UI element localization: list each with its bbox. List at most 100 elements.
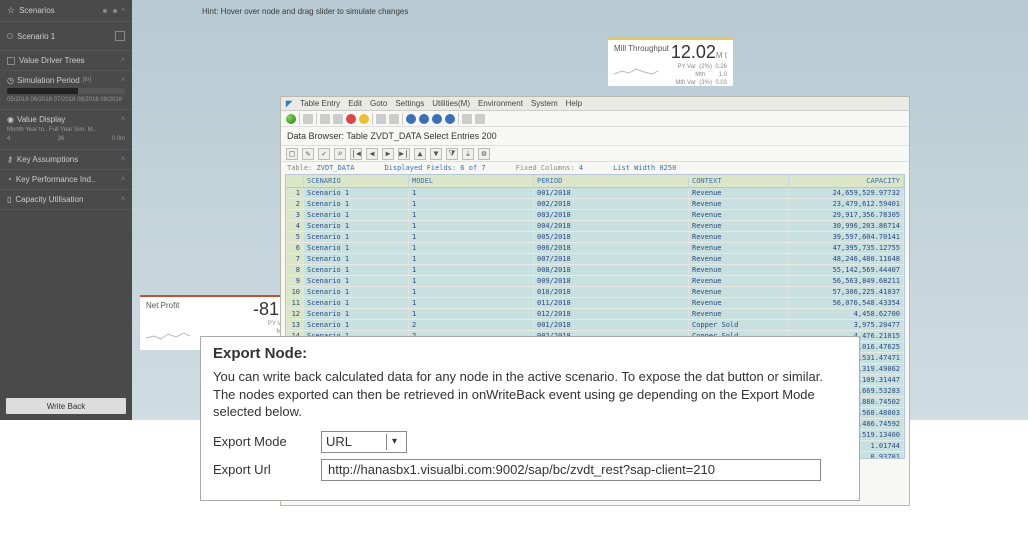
period-dates: 05/2018 06/2018 07/2018 08/2018 09/2018 — [7, 97, 125, 104]
display-icon[interactable]: ⌕ — [334, 148, 346, 160]
edit-icon[interactable]: ✎ — [302, 148, 314, 160]
value-display-label: Value Display — [17, 115, 65, 124]
grid-header: SCENARIO MODEL PERIOD CONTEXT CAPACITY — [286, 175, 904, 188]
marker-icon — [7, 33, 13, 39]
col-scenario[interactable]: SCENARIO — [304, 175, 409, 187]
menu-environment[interactable]: Environment — [478, 99, 523, 108]
col-model[interactable]: MODEL — [409, 175, 534, 187]
sim-period-label: Simulation Period — [17, 76, 80, 85]
chevron-down-icon: ˄ — [121, 116, 125, 123]
check-icon[interactable]: ✓ — [318, 148, 330, 160]
col-context[interactable]: CONTEXT — [689, 175, 789, 187]
sap-window-title: Data Browser: Table ZVDT_DATA Select Ent… — [281, 127, 909, 146]
table-row[interactable]: 12Scenario 11012/2018Revenue4,458.62700 — [286, 309, 904, 320]
star-icon: ☆ — [7, 5, 15, 16]
period-slider[interactable] — [7, 88, 125, 94]
table-row[interactable]: 9Scenario 11009/2018Revenue56,563,849.68… — [286, 276, 904, 287]
vd-values: 4360.0m — [7, 136, 125, 143]
sap-toolbar-secondary: □ ✎ ✓ ⌕ |◀ ◀ ▶ ▶| ▲ ▼ ⧩ ⤓ ⚙ — [281, 146, 909, 162]
sort-asc-icon[interactable]: ▲ — [414, 148, 426, 160]
vdt-panel-head[interactable]: Value Driver Trees ˄ — [0, 51, 132, 71]
table-row[interactable]: 4Scenario 11004/2018Revenue30,996,203.86… — [286, 221, 904, 232]
key-assumptions-label: Key Assumptions — [17, 155, 78, 164]
menu-help[interactable]: Help — [566, 99, 582, 108]
table-row[interactable]: 6Scenario 11006/2018Revenue47,395,735.12… — [286, 243, 904, 254]
menu-table-entry[interactable]: Table Entry — [300, 99, 340, 108]
clock-icon: ◷ — [7, 76, 14, 85]
export-title: Export Node: — [213, 345, 847, 362]
export-description: You can write back calculated data for a… — [213, 368, 847, 421]
settings-icon[interactable]: ⚙ — [478, 148, 490, 160]
chevron-down-icon: ˄ — [121, 77, 125, 84]
hint-bar: Hint: Hover over node and drag slider to… — [132, 0, 1028, 22]
export-url-input[interactable]: http://hanasbx1.visualbi.com:9002/sap/bc… — [321, 459, 821, 481]
table-row[interactable]: 13Scenario 12001/2018Copper Sold3,975.20… — [286, 320, 904, 331]
kpi-label: Key Performance Ind.. — [16, 175, 96, 184]
chevron-down-icon: ˄ — [121, 176, 125, 183]
table-row[interactable]: 5Scenario 11005/2018Revenue39,597,604.70… — [286, 232, 904, 243]
export-node-panel: Export Node: You can write back calculat… — [200, 336, 860, 501]
table-row[interactable]: 1Scenario 11001/2018Revenue24,659,529.97… — [286, 188, 904, 199]
filter-icon[interactable]: ⧩ — [446, 148, 458, 160]
vdt-label: Value Driver Trees — [19, 56, 85, 65]
key-assumptions-panel[interactable]: ⚷ Key Assumptions ˄ — [0, 150, 132, 170]
next-page-icon[interactable] — [432, 114, 442, 124]
table-row[interactable]: 7Scenario 11007/2018Revenue48,246,480.11… — [286, 254, 904, 265]
scenario-list: Scenario 1 — [0, 22, 132, 51]
last-icon[interactable]: ▶| — [398, 148, 410, 160]
scenarios-label: Scenarios — [19, 6, 55, 15]
first-page-icon[interactable] — [406, 114, 416, 124]
last-page-icon[interactable] — [445, 114, 455, 124]
exit-icon[interactable] — [333, 114, 343, 124]
ok-icon[interactable] — [286, 114, 296, 124]
col-rownum[interactable] — [286, 175, 304, 187]
export-mode-value: URL — [326, 434, 352, 449]
table-row[interactable]: 10Scenario 11010/2018Revenue57,306,225.4… — [286, 287, 904, 298]
first-icon[interactable]: |◀ — [350, 148, 362, 160]
table-row[interactable]: 2Scenario 11002/2018Revenue23,479,612.59… — [286, 199, 904, 210]
sap-meta-row: Table: ZVDT_DATA Displayed Fields: 6 of … — [281, 162, 909, 174]
menu-edit[interactable]: Edit — [348, 99, 362, 108]
capacity-panel[interactable]: ▯ Capacity Utilisation ˄ — [0, 190, 132, 210]
scenarios-panel-head[interactable]: ☆ Scenarios ˄ — [0, 0, 132, 22]
grid-icon[interactable] — [115, 31, 125, 41]
col-capacity[interactable]: CAPACITY — [789, 175, 904, 187]
kpi-panel[interactable]: ◔ Key Performance Ind.. ˄ — [0, 170, 132, 190]
sim-period-panel: ◷ Simulation Period [to] ˄ 05/2018 06/20… — [0, 71, 132, 110]
node-metrics: PY Var (2%) 0.26 Mth 1.0 Mth Var (3%) 0.… — [675, 64, 727, 87]
capacity-label: Capacity Utilisation — [15, 195, 83, 204]
layout-icon[interactable] — [475, 114, 485, 124]
col-period[interactable]: PERIOD — [534, 175, 689, 187]
save-icon[interactable] — [303, 114, 313, 124]
export-mode-label: Export Mode — [213, 434, 321, 449]
node-mill-throughput[interactable]: Mill Throughput 12.02M t PY Var (2%) 0.2… — [608, 38, 733, 86]
chevron-down-icon: ▾ — [386, 434, 402, 450]
new-icon[interactable]: □ — [286, 148, 298, 160]
export-icon[interactable]: ⤓ — [462, 148, 474, 160]
sort-desc-icon[interactable]: ▼ — [430, 148, 442, 160]
help-icon[interactable] — [462, 114, 472, 124]
find-icon[interactable] — [376, 114, 386, 124]
scenario-item[interactable]: Scenario 1 — [7, 27, 125, 45]
vd-cols: Month Year to.. Full Year Sim. M.. — [7, 127, 125, 134]
eye-icon: ◉ — [7, 115, 14, 124]
sap-logo-icon: ◤ — [286, 99, 292, 108]
menu-goto[interactable]: Goto — [370, 99, 387, 108]
find-next-icon[interactable] — [389, 114, 399, 124]
menu-settings[interactable]: Settings — [395, 99, 424, 108]
menu-system[interactable]: System — [531, 99, 558, 108]
prev-page-icon[interactable] — [419, 114, 429, 124]
table-row[interactable]: 8Scenario 11008/2018Revenue55,142,569.44… — [286, 265, 904, 276]
table-row[interactable]: 11Scenario 11011/2018Revenue56,076,548.4… — [286, 298, 904, 309]
print-icon[interactable] — [359, 114, 369, 124]
node-value: 12.02M t — [671, 42, 727, 63]
cancel-icon[interactable] — [346, 114, 356, 124]
back-icon[interactable] — [320, 114, 330, 124]
table-row[interactable]: 3Scenario 11003/2018Revenue29,917,356.78… — [286, 210, 904, 221]
write-back-button[interactable]: Write Back — [6, 398, 126, 414]
prev-icon[interactable]: ◀ — [366, 148, 378, 160]
next-icon[interactable]: ▶ — [382, 148, 394, 160]
sap-toolbar-main — [281, 111, 909, 127]
export-mode-select[interactable]: URL ▾ — [321, 431, 407, 453]
menu-utilities[interactable]: Utilities(M) — [432, 99, 470, 108]
